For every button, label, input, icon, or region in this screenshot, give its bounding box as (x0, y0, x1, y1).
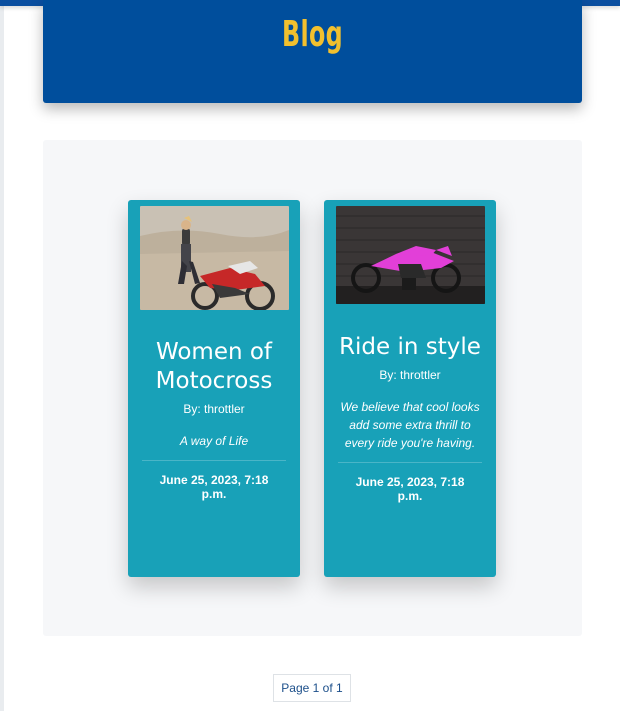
left-border (0, 0, 4, 711)
post-image[interactable] (140, 206, 289, 310)
pagination-current-page: Page 1 of 1 (273, 674, 351, 702)
post-date: June 25, 2023, 7:18 p.m. (355, 475, 465, 503)
post-date: June 25, 2023, 7:18 p.m. (159, 473, 269, 501)
page-title: Blog (282, 14, 343, 55)
blog-header: Blog (43, 0, 582, 103)
posts-panel (43, 140, 582, 636)
post-body: Ride in style By: throttler We believe t… (338, 333, 482, 503)
post-body: Women of Motocross By: throttler A way o… (142, 338, 286, 501)
post-author: By: throttler (379, 368, 441, 382)
post-card[interactable]: Ride in style By: throttler We believe t… (324, 200, 496, 577)
divider (338, 462, 482, 463)
post-author: By: throttler (183, 402, 245, 416)
post-title[interactable]: Women of Motocross (142, 338, 286, 396)
post-image[interactable] (336, 206, 485, 304)
post-summary: A way of Life (179, 434, 249, 448)
post-card[interactable]: Women of Motocross By: throttler A way o… (128, 200, 300, 577)
post-summary: We believe that cool looks add some extr… (340, 400, 480, 450)
post-title[interactable]: Ride in style (338, 333, 482, 362)
divider (142, 460, 286, 461)
